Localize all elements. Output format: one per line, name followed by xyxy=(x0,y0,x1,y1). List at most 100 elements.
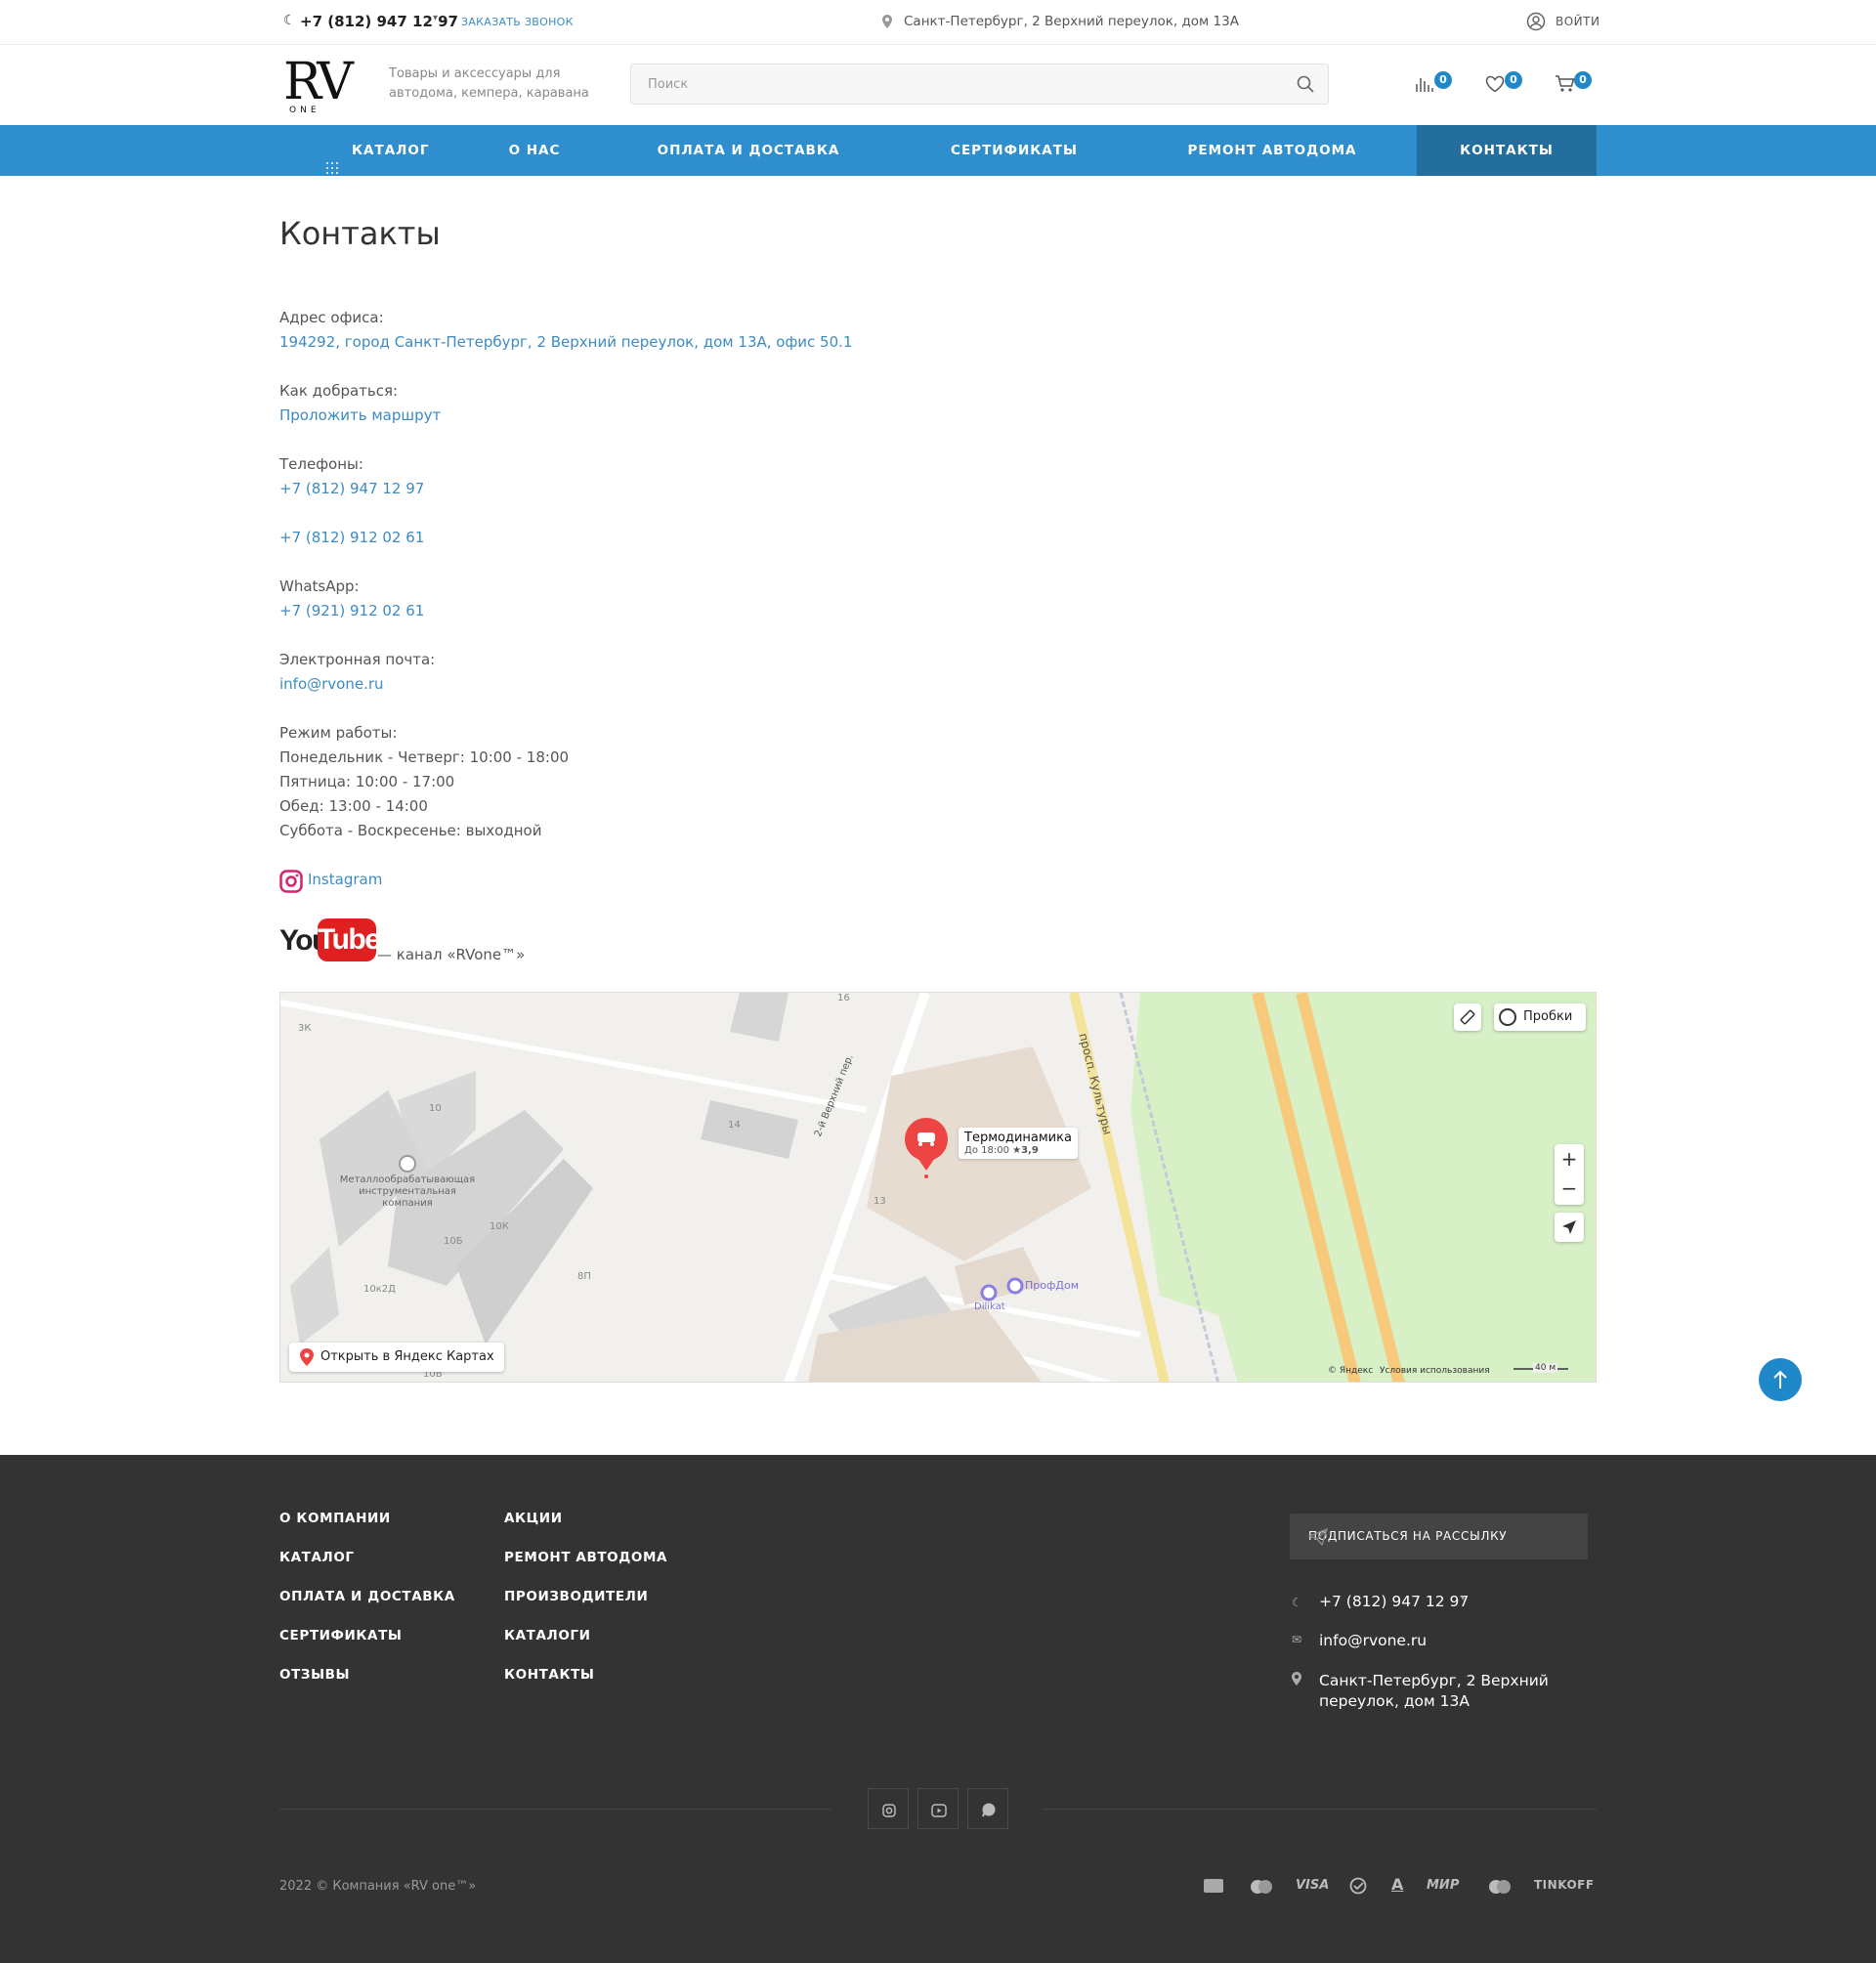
subscribe-button[interactable]: ПОДПИСАТЬСЯ НА РАССЫЛКУ xyxy=(1290,1514,1588,1559)
map-label-building: 10 xyxy=(429,1103,442,1114)
footer-phone[interactable]: +7 (812) 947 12 97 xyxy=(1319,1593,1469,1610)
office-label: Адрес офиса: xyxy=(279,309,384,326)
map-label-building: 10к2Д xyxy=(363,1284,396,1295)
map-place-rating: ★3,9 xyxy=(1012,1145,1039,1156)
search-icon[interactable] xyxy=(1297,75,1314,97)
office-address-link[interactable]: 194292, город Санкт-Петербург, 2 Верхний… xyxy=(279,333,852,351)
email-link[interactable]: info@rvone.ru xyxy=(279,675,384,693)
footer-email[interactable]: info@rvone.ru xyxy=(1319,1632,1427,1649)
zoom-in-button[interactable]: + xyxy=(1555,1144,1584,1174)
map-label-dilikat: Dilikat xyxy=(974,1302,1005,1312)
map-label-building: 10Б xyxy=(444,1236,463,1247)
map-scale: 40 м xyxy=(1533,1363,1558,1373)
footer-link[interactable]: ОПЛАТА И ДОСТАВКА xyxy=(279,1589,455,1604)
nav-item-payment[interactable]: ОПЛАТА И ДОСТАВКА xyxy=(649,125,848,176)
divider xyxy=(1044,1809,1597,1810)
footer-link[interactable]: РЕМОНТ АВТОДОМА xyxy=(504,1550,667,1565)
phone-dropdown-icon[interactable]: ▾ xyxy=(1461,1594,1466,1603)
open-in-yandex-button[interactable]: Открыть в Яндекс Картах xyxy=(289,1343,504,1372)
mastercard-icon xyxy=(1249,1879,1274,1899)
favorites-button[interactable]: 0 xyxy=(1485,71,1522,97)
map-label-building: 14 xyxy=(728,1120,741,1131)
tagline: Товары и аксессуары для автодома, кемпер… xyxy=(389,66,589,101)
nav-item-catalog[interactable]: КАТАЛОГ xyxy=(315,125,432,176)
hours-line: Обед: 13:00 - 14:00 xyxy=(279,797,428,815)
footer-address: Санкт-Петербург, 2 Верхний переулок, дом… xyxy=(1319,1672,1549,1710)
youtube-link[interactable]: You Tube — канал «RVone™» xyxy=(279,917,573,967)
email-icon: ✉ xyxy=(1292,1633,1302,1646)
yandex-map[interactable]: Термодинамика До 18:00 ★3,9 2-й Верхний … xyxy=(279,992,1597,1383)
search-input[interactable] xyxy=(631,64,1276,104)
hours-line: Пятница: 10:00 - 17:00 xyxy=(279,773,455,790)
ruler-button[interactable] xyxy=(1454,1003,1481,1031)
nav-item-contacts[interactable]: КОНТАКТЫ xyxy=(1417,125,1597,176)
nav-item-repair[interactable]: РЕМОНТ АВТОДОМА xyxy=(1176,125,1368,176)
youtube-logo-tube: Tube xyxy=(318,918,381,961)
footer-link[interactable]: КАТАЛОГ xyxy=(279,1550,355,1565)
phones-label: Телефоны: xyxy=(279,455,363,473)
map-label-profdom: ПрофДом xyxy=(1025,1279,1080,1292)
footer: О КОМПАНИИ КАТАЛОГ ОПЛАТА И ДОСТАВКА СЕР… xyxy=(0,1455,1876,1963)
logo-subtext: ONE xyxy=(289,106,320,115)
footer-link[interactable]: ОТЗЫВЫ xyxy=(279,1667,350,1683)
compare-badge: 0 xyxy=(1434,71,1452,89)
nav-label: КАТАЛОГ xyxy=(352,143,430,158)
whatsapp-social-button[interactable] xyxy=(967,1788,1008,1829)
map-label-building: 16 xyxy=(837,993,850,1003)
footer-link[interactable]: СЕРТИФИКАТЫ xyxy=(279,1628,403,1643)
phone2-link[interactable]: +7 (812) 912 02 61 xyxy=(279,529,424,546)
tinkoff-logo: TINKOFF xyxy=(1534,1878,1595,1892)
phone-dropdown-icon[interactable]: ▾ xyxy=(433,13,438,23)
map-place-card[interactable]: Термодинамика До 18:00 ★3,9 xyxy=(959,1128,1078,1159)
location-pin-icon xyxy=(882,14,892,32)
compare-button[interactable]: 0 xyxy=(1415,71,1452,97)
footer-link[interactable]: КОНТАКТЫ xyxy=(504,1667,595,1683)
geolocation-button[interactable] xyxy=(1555,1213,1584,1242)
copyright: 2022 © Компания «RV one™» xyxy=(279,1879,477,1894)
cart-button[interactable]: 0 xyxy=(1555,71,1592,97)
route-link[interactable]: Проложить маршрут xyxy=(279,406,441,424)
hours-line: Понедельник - Четверг: 10:00 - 18:00 xyxy=(279,748,570,766)
login-link[interactable]: ВОЙТИ xyxy=(1556,15,1599,28)
phone-icon: ☾ xyxy=(283,13,296,28)
map-copyright: © Яндекс xyxy=(1328,1366,1374,1376)
user-icon[interactable] xyxy=(1526,12,1546,35)
logo[interactable]: RV ONE xyxy=(283,53,356,115)
callback-link[interactable]: ЗАКАЗАТЬ ЗВОНОК xyxy=(461,16,574,28)
open-in-yandex-label: Открыть в Яндекс Картах xyxy=(320,1349,494,1364)
top-bar: ☾ +7 (812) 947 12 97 ▾ ЗАКАЗАТЬ ЗВОНОК С… xyxy=(0,0,1876,45)
alfa-logo-icon: A xyxy=(1391,1875,1404,1894)
main-nav: КАТАЛОГ О НАС ОПЛАТА И ДОСТАВКА СЕРТИФИК… xyxy=(0,125,1876,176)
nav-item-about[interactable]: О НАС xyxy=(490,125,578,176)
zoom-control: + − xyxy=(1555,1144,1584,1205)
nav-item-certificates[interactable]: СЕРТИФИКАТЫ xyxy=(941,125,1087,176)
cart-badge: 0 xyxy=(1574,71,1592,89)
footer-link[interactable]: О КОМПАНИИ xyxy=(279,1511,391,1526)
phone1-link[interactable]: +7 (812) 947 12 97 xyxy=(279,480,424,497)
payment-card-icon xyxy=(1204,1879,1223,1893)
maestro-icon xyxy=(1487,1879,1513,1899)
instagram-icon xyxy=(279,870,303,897)
location-pin-icon xyxy=(1292,1672,1301,1688)
instagram-icon xyxy=(882,1803,896,1821)
location-arrow-icon xyxy=(1561,1219,1577,1239)
scroll-to-top-button[interactable] xyxy=(1759,1358,1802,1401)
zoom-out-button[interactable]: − xyxy=(1555,1174,1584,1205)
footer-link[interactable]: ПРОИЗВОДИТЕЛИ xyxy=(504,1589,648,1604)
map-terms-link[interactable]: Условия использования xyxy=(1380,1366,1490,1376)
whatsapp-label: WhatsApp: xyxy=(279,577,360,595)
map-place-hours: До 18:00 xyxy=(964,1145,1009,1156)
heart-icon xyxy=(1485,75,1505,93)
mir-logo: МИР xyxy=(1427,1878,1460,1893)
whatsapp-icon xyxy=(981,1802,997,1821)
instagram-social-button[interactable] xyxy=(868,1788,909,1829)
youtube-social-button[interactable] xyxy=(917,1788,959,1829)
youtube-channel-label: — канал «RVone™» xyxy=(377,946,526,963)
footer-link[interactable]: КАТАЛОГИ xyxy=(504,1628,591,1643)
footer-link[interactable]: АКЦИИ xyxy=(504,1511,563,1526)
traffic-button[interactable]: Пробки xyxy=(1494,1003,1586,1031)
yandex-pin-icon xyxy=(300,1348,314,1370)
map-label-building: 8П xyxy=(577,1271,591,1282)
arrow-up-icon xyxy=(1772,1370,1788,1393)
whatsapp-link[interactable]: +7 (921) 912 02 61 xyxy=(279,602,424,619)
